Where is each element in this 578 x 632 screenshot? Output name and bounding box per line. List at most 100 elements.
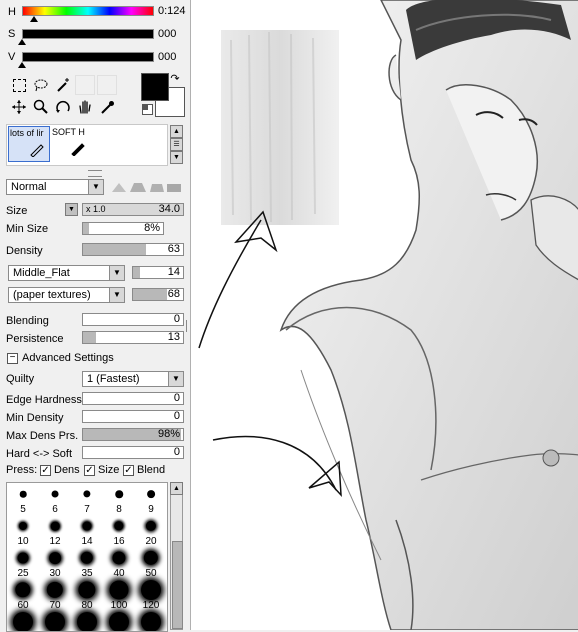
brush-preset-selected[interactable]: lots of lir (8, 126, 50, 162)
brush-size-cell[interactable]: 5 (7, 483, 39, 515)
scroll-up-icon[interactable]: ▲ (170, 482, 183, 495)
lasso-icon[interactable] (31, 75, 51, 95)
shape-strength-slider[interactable]: 14 (132, 266, 184, 279)
size-slider[interactable]: x 1.0 34.0 (82, 203, 184, 216)
press-dens-checkbox[interactable]: ✓ (40, 465, 51, 476)
reset-colors-icon[interactable] (142, 104, 153, 115)
brush-size-cell[interactable]: 120 (135, 579, 167, 611)
press-size-checkbox[interactable]: ✓ (84, 465, 95, 476)
grip-icon[interactable] (88, 170, 102, 177)
brush-size-cell[interactable]: 16 (103, 515, 135, 547)
brush-shape-dropdown[interactable]: Middle_Flat ▼ (8, 265, 125, 281)
texture-value: (paper textures) (13, 289, 91, 301)
hue-label: H (8, 6, 16, 18)
saturation-value: 000 (158, 28, 177, 40)
brush-size-cell[interactable]: 100 (103, 579, 135, 611)
edge-hardness-slider[interactable]: 0 (82, 392, 184, 405)
brush-size-label: 30 (49, 568, 61, 579)
hard-soft-slider[interactable]: 0 (82, 446, 184, 459)
brush-tip-icon (147, 490, 155, 498)
brush-size-cell[interactable]: 60 (7, 579, 39, 611)
brush-tip-icon (141, 612, 161, 631)
value-marker[interactable] (18, 62, 26, 68)
brush-tip-icon (17, 552, 29, 564)
brush-size-cell[interactable]: 10 (7, 515, 39, 547)
brush-size-cell[interactable] (135, 611, 167, 631)
max-dens-prs-slider[interactable]: 98% (82, 428, 184, 441)
preset-menu-icon[interactable]: ☰ (170, 138, 183, 151)
chevron-down-icon[interactable]: ▼ (65, 203, 78, 216)
quality-dropdown[interactable]: 1 (Fastest) ▼ (82, 371, 184, 387)
zoom-icon[interactable] (31, 97, 51, 117)
min-density-slider[interactable]: 0 (82, 410, 184, 423)
swap-colors-icon[interactable]: ↷ (168, 71, 182, 85)
drawing-canvas[interactable] (190, 0, 578, 630)
persistence-value: 13 (167, 331, 180, 343)
brush-grid-scrollbar[interactable]: ▲ (170, 482, 183, 630)
brush-pen-icon (30, 144, 44, 157)
brush-size-cell[interactable]: 50 (135, 547, 167, 579)
hard-soft-value: 0 (173, 446, 180, 458)
brush-size-cell[interactable]: 35 (71, 547, 103, 579)
brush-size-label: 70 (49, 600, 61, 611)
brush-preset[interactable]: SOFT H (50, 126, 90, 160)
chevron-down-icon: ▼ (109, 266, 124, 280)
brush-size-cell[interactable] (39, 611, 71, 631)
brush-size-cell[interactable]: 80 (71, 579, 103, 611)
brush-size-label: 100 (110, 600, 128, 611)
rect-select-icon[interactable] (9, 75, 29, 95)
shape-strength-value: 14 (167, 266, 180, 278)
brush-tip-icon (51, 490, 59, 498)
preset-scroll-down-icon[interactable]: ▼ (170, 151, 183, 164)
brush-size-cell[interactable]: 9 (135, 483, 167, 515)
hue-marker[interactable] (30, 16, 38, 22)
brush-size-cell[interactable]: 8 (103, 483, 135, 515)
texture-strength-slider[interactable]: 68 (132, 288, 184, 301)
brush-tip-icon (15, 582, 31, 598)
collapse-minus-icon[interactable]: − (7, 353, 18, 364)
texture-dropdown[interactable]: (paper textures) ▼ (8, 287, 125, 303)
preset-scroll-up-icon[interactable]: ▲ (170, 125, 183, 138)
brush-size-label: 14 (81, 536, 93, 547)
brush-size-cell[interactable]: 7 (71, 483, 103, 515)
press-blend-checkbox[interactable]: ✓ (123, 465, 134, 476)
primary-color-swatch[interactable] (141, 73, 169, 101)
brush-size-cell[interactable]: 40 (103, 547, 135, 579)
hue-slider[interactable] (22, 6, 154, 16)
min-size-slider[interactable]: 8% (82, 222, 164, 235)
brush-size-cell[interactable]: 70 (39, 579, 71, 611)
brush-size-cell[interactable]: 20 (135, 515, 167, 547)
hand-icon[interactable] (75, 97, 95, 117)
brush-size-cell[interactable]: 25 (7, 547, 39, 579)
size-value: 34.0 (158, 203, 180, 215)
brush-shape-selector[interactable] (112, 182, 182, 192)
blending-slider[interactable]: 0 (82, 313, 184, 326)
value-slider[interactable] (22, 52, 154, 62)
brush-size-cell[interactable] (71, 611, 103, 631)
edge-hardness-label: Edge Hardness (6, 394, 82, 406)
press-blend-label: Blend (137, 464, 166, 476)
brush-size-cell[interactable]: 14 (71, 515, 103, 547)
blend-mode-dropdown[interactable]: Normal ▼ (6, 179, 104, 195)
brush-size-cell[interactable]: 6 (39, 483, 71, 515)
eyedropper-icon[interactable] (97, 97, 117, 117)
density-value: 63 (167, 243, 180, 255)
saturation-marker[interactable] (18, 39, 26, 45)
magic-wand-icon[interactable] (53, 75, 73, 95)
saturation-label: S (8, 28, 16, 40)
brush-size-cell[interactable]: 30 (39, 547, 71, 579)
persistence-slider[interactable]: 13 (82, 331, 184, 344)
brush-size-label: 40 (113, 568, 125, 579)
brush-tip-icon (83, 490, 91, 498)
brush-size-cell[interactable]: 12 (39, 515, 71, 547)
density-slider[interactable]: 63 (82, 243, 184, 256)
move-icon[interactable] (9, 97, 29, 117)
min-size-label: Min Size (6, 223, 49, 235)
rotate-icon[interactable] (53, 97, 73, 117)
brush-size-cell[interactable] (7, 611, 39, 631)
brush-size-cell[interactable] (103, 611, 135, 631)
brush-size-label: 25 (17, 568, 29, 579)
brush-tip-icon (109, 580, 129, 600)
scroll-thumb[interactable] (172, 541, 183, 629)
saturation-slider[interactable] (22, 29, 154, 39)
